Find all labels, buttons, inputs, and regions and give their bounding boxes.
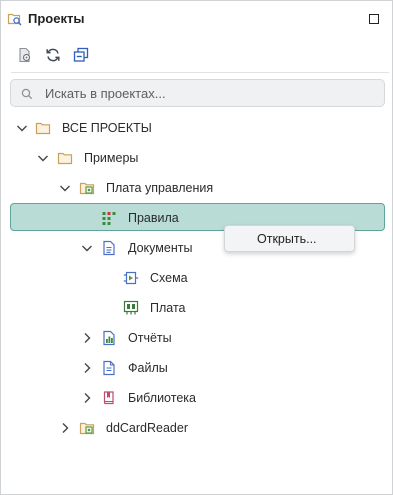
file-icon	[101, 360, 117, 376]
chevron-right-icon[interactable]	[58, 421, 72, 435]
tree-item-library[interactable]: Библиотека	[1, 383, 393, 413]
collapse-all-icon[interactable]	[71, 45, 91, 65]
panel-toolbar	[1, 45, 392, 69]
tree-item-label: Примеры	[84, 151, 139, 165]
library-icon	[101, 390, 117, 406]
tree-item-schema[interactable]: Схема	[1, 263, 393, 293]
schematic-icon	[123, 270, 139, 286]
projects-icon	[7, 11, 23, 27]
panel-title: Проекты	[28, 11, 85, 26]
chevron-down-icon[interactable]	[15, 121, 29, 135]
refresh-icon[interactable]	[43, 45, 63, 65]
tree-item-label: Правила	[128, 211, 179, 225]
folder-icon	[35, 120, 51, 136]
tree-item-files[interactable]: Файлы	[1, 353, 393, 383]
rules-icon	[101, 210, 117, 226]
tree-item-label: Файлы	[128, 361, 168, 375]
tree-item-label: Отчёты	[128, 331, 172, 345]
tree-item-board[interactable]: Плата	[1, 293, 393, 323]
reports-icon	[101, 330, 117, 346]
tree-item-label: ВСЕ ПРОЕКТЫ	[62, 121, 152, 135]
chevron-right-icon[interactable]	[80, 331, 94, 345]
folder-icon	[57, 150, 73, 166]
toolbar-divider	[11, 72, 389, 73]
maximize-icon[interactable]	[369, 14, 379, 24]
search-icon	[21, 87, 33, 105]
tree-item-label: Схема	[150, 271, 188, 285]
chevron-down-icon[interactable]	[80, 241, 94, 255]
projects-panel: Проекты Искать в проектах... ВСЕ ПРОЕКТЫ…	[0, 0, 393, 495]
tree-item-label: ddCardReader	[106, 421, 188, 435]
tree-item-board-project[interactable]: Плата управления	[1, 173, 393, 203]
tree-item-all-projects[interactable]: ВСЕ ПРОЕКТЫ	[1, 113, 393, 143]
tree-item-label: Плата управления	[106, 181, 214, 195]
tree-item-examples[interactable]: Примеры	[1, 143, 393, 173]
project-icon	[79, 180, 95, 196]
panel-header: Проекты	[1, 1, 392, 37]
chevron-right-icon[interactable]	[80, 361, 94, 375]
chevron-down-icon[interactable]	[36, 151, 50, 165]
search-input[interactable]	[45, 84, 375, 102]
tree-item-label: Документы	[128, 241, 193, 255]
properties-icon[interactable]	[15, 45, 35, 65]
project-icon	[79, 420, 95, 436]
tree-item-label: Библиотека	[128, 391, 196, 405]
pcb-icon	[123, 300, 139, 316]
context-menu: Открыть...	[224, 225, 355, 252]
search-box[interactable]	[10, 79, 385, 107]
chevron-down-icon[interactable]	[58, 181, 72, 195]
tree-item-reports[interactable]: Отчёты	[1, 323, 393, 353]
context-menu-open[interactable]: Открыть...	[257, 232, 317, 246]
documents-icon	[101, 240, 117, 256]
tree-item-card-reader[interactable]: ddCardReader	[1, 413, 393, 443]
chevron-right-icon[interactable]	[80, 391, 94, 405]
tree-item-label: Плата	[150, 301, 186, 315]
